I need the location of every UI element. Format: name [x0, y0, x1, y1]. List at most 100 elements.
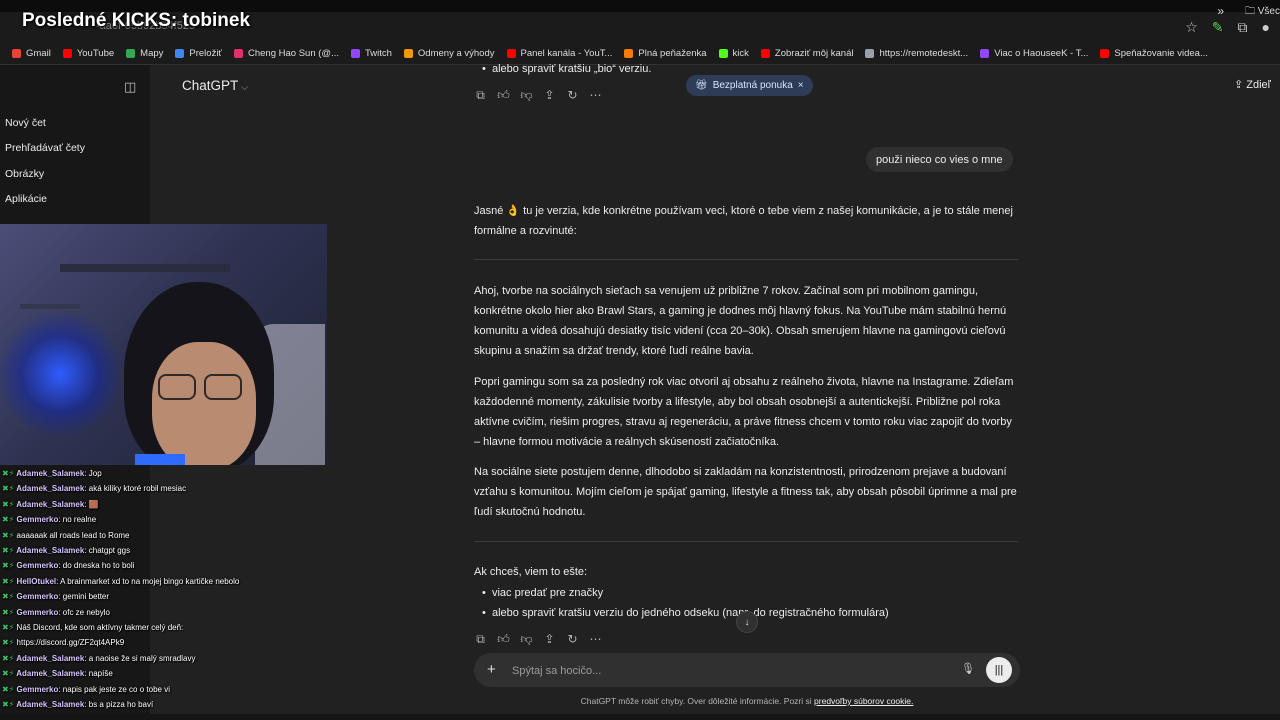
plus-icon[interactable]: +	[487, 661, 496, 678]
divider	[474, 259, 1018, 260]
assistant-paragraph-2: Popri gamingu som sa za posledný rok via…	[474, 376, 1014, 448]
bookmark-label: https://remotedeskt...	[879, 47, 969, 59]
scroll-down-button[interactable]: ↓	[736, 611, 758, 633]
chat-message: ✖⚡ Gemmerko: do dneska ho to boli	[2, 561, 134, 570]
bookmarks-folder[interactable]: 🗀 Všec	[1245, 4, 1280, 21]
chat-message: ✖⚡ HellOtukel: A brainmarket xd to na mo…	[2, 577, 239, 586]
bookmark-favicon-icon	[718, 48, 728, 58]
bookmark-item[interactable]: https://remotedeskt...	[865, 48, 968, 59]
chat-text: aaaaaak all roads lead to Rome	[16, 530, 130, 540]
close-icon[interactable]: ×	[798, 80, 804, 91]
chevron-down-icon: ⌵	[241, 82, 249, 92]
chat-username: Gemmerko	[16, 515, 59, 525]
share-icon[interactable]: ⇪	[543, 632, 556, 647]
bookmark-favicon-icon	[760, 48, 770, 58]
assistant-paragraph-3: Na sociálne siete postujem denne, dlhodo…	[474, 466, 1017, 518]
thumbs-down-icon[interactable]: 👎︎	[520, 88, 533, 103]
webcam-shelf	[60, 264, 230, 272]
microphone-icon[interactable]: 🎙︎	[961, 662, 975, 675]
sidebar-item-search-chats[interactable]: Prehľadávať čety	[5, 142, 85, 154]
bookmark-item[interactable]: Preložiť	[175, 48, 222, 59]
chat-message: ✖⚡ https://discord.gg/ZF2qt4APk9	[2, 638, 124, 647]
share-button[interactable]: ⇪ Zdieľ	[1234, 78, 1271, 91]
webcam-glasses-left	[158, 374, 196, 400]
disclaimer: ChatGPT môže robiť chyby. Over dôležité …	[474, 696, 1020, 706]
webcam-person-face	[152, 342, 256, 465]
sidebar-item-new-chat[interactable]: Nový čet	[5, 117, 46, 129]
thumbs-down-icon[interactable]: 👎︎	[520, 632, 533, 647]
free-offer-badge[interactable]: 🎁︎ Bezplatná ponuka ×	[686, 75, 813, 96]
webcam-glasses-right	[204, 374, 242, 400]
chat-text: : ofc ze nebylo	[58, 607, 110, 617]
chat-text: : 🟫	[84, 499, 99, 509]
bookmark-item[interactable]: kick	[718, 48, 749, 59]
list-item-text: alebo spraviť kratšiu verziu do jedného …	[491, 607, 889, 619]
profile-icon[interactable]: ●	[1262, 19, 1270, 35]
voice-mode-button[interactable]: |||	[986, 657, 1012, 683]
bookmarks-more-icon[interactable]: »	[1217, 4, 1224, 18]
model-selector[interactable]: ChatGPT ⌵	[182, 78, 248, 93]
bookmark-label: Odmeny a výhody	[417, 47, 495, 59]
puzzle-icon[interactable]: ⧉	[1238, 19, 1248, 36]
chat-badge-icon: ✖⚡	[2, 484, 17, 494]
bookmark-item[interactable]: Cheng Hao Sun (@...	[234, 48, 339, 59]
chat-badge-icon: ✖⚡	[2, 530, 17, 540]
chat-text: : bs a pizza ho baví	[84, 700, 154, 709]
list-item: • alebo spraviť kratšiu verziu do jednéh…	[482, 607, 889, 619]
more-icon[interactable]: ⋯	[589, 632, 602, 647]
arrow-down-icon: ↓	[744, 616, 750, 628]
chat-text: : no realne	[58, 515, 97, 525]
disclaimer-text: ChatGPT môže robiť chyby. Over dôležité …	[580, 696, 812, 706]
bookmark-item[interactable]: Panel kanála - YouT...	[506, 48, 612, 59]
chat-badge-icon: ✖⚡	[2, 638, 17, 648]
top-bullet: • alebo spraviť kratšiu „bio“ verziu.	[482, 63, 652, 75]
sidebar-item-apps[interactable]: Aplikácie	[5, 193, 47, 205]
chat-username: Adamek_Salamek	[16, 499, 85, 509]
chat-username: Adamek_Salamek	[16, 469, 85, 478]
copy-icon[interactable]: ⧉	[474, 632, 487, 647]
chat-text: : A brainmarket xd to na mojej bingo kar…	[56, 576, 240, 586]
extension-leaf-icon[interactable]: ✎	[1212, 19, 1224, 36]
chat-message: ✖⚡ Adamek_Salamek: chatgpt ggs	[2, 546, 130, 555]
chat-text: Náš Discord, kde som aktívny takmer celý…	[16, 623, 184, 632]
bookmark-item[interactable]: Viac o HaouseeK - T...	[980, 48, 1088, 59]
bookmark-favicon-icon	[350, 48, 360, 58]
chat-username: Adamek_Salamek	[16, 653, 85, 663]
chat-badge-icon: ✖⚡	[2, 653, 17, 663]
chat-message: ✖⚡ Gemmerko: napis pak jeste ze co o tob…	[2, 685, 170, 694]
bookmark-label: Twitch	[364, 47, 392, 59]
list-item-text: viac predať pre značky	[491, 587, 604, 599]
bookmark-favicon-icon	[980, 48, 990, 58]
share-label: Zdieľ	[1246, 79, 1271, 91]
regenerate-icon[interactable]: ↻	[566, 88, 579, 103]
regenerate-icon[interactable]: ↻	[566, 632, 579, 647]
chat-username: Gemmerko	[16, 684, 59, 694]
star-icon[interactable]: ☆	[1185, 19, 1198, 36]
prompt-input[interactable]	[510, 661, 934, 681]
bookmark-item[interactable]: Twitch	[350, 47, 392, 59]
bookmark-item[interactable]: Speňažovanie videa...	[1100, 48, 1208, 59]
more-icon[interactable]: ⋯	[589, 88, 602, 103]
bookmark-item[interactable]: Gmail	[12, 48, 51, 59]
bookmark-item[interactable]: Mapy	[126, 48, 163, 59]
bookmark-item[interactable]: Zobraziť môj kanál	[760, 48, 853, 59]
chat-badge-icon: ✖⚡	[2, 684, 17, 694]
assistant-intro: Jasné 👌 tu je verzia, kde konkrétne použ…	[474, 205, 1013, 237]
bookmark-favicon-icon	[126, 48, 136, 58]
copy-icon[interactable]: ⧉	[474, 88, 487, 103]
bookmark-item[interactable]: YouTube	[62, 48, 114, 59]
chat-message: ✖⚡ Adamek_Salamek: bs a pizza ho baví	[2, 700, 153, 709]
list-item: • viac predať pre značky	[482, 587, 604, 599]
thumbs-up-icon[interactable]: 👍︎	[497, 632, 510, 647]
bookmark-item[interactable]: Odmeny a výhody	[403, 47, 495, 59]
chat-message: ✖⚡ Adamek_Salamek: 🟫	[2, 500, 99, 509]
share-icon[interactable]: ⇪	[543, 88, 556, 103]
sidebar-item-images[interactable]: Obrázky	[5, 168, 44, 180]
bookmark-favicon-icon	[865, 48, 875, 58]
sidebar-toggle-icon[interactable]: ◫	[124, 79, 136, 95]
thumbs-up-icon[interactable]: 👍︎	[497, 88, 510, 103]
chat-text: https://discord.gg/ZF2qt4APk9	[16, 638, 125, 648]
chat-username: Adamek_Salamek	[16, 484, 85, 494]
bookmark-item[interactable]: Plná peňaženka	[624, 48, 707, 59]
cookie-preferences-link[interactable]: predvoľby súborov cookie.	[814, 696, 913, 706]
